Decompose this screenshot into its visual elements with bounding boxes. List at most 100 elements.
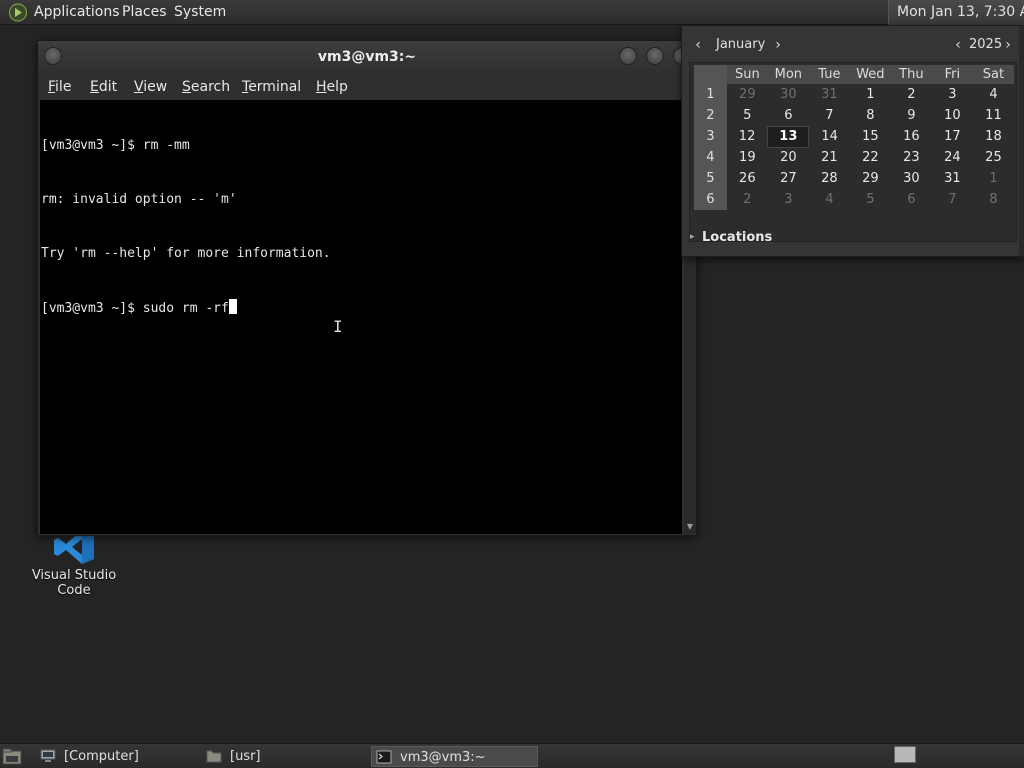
calendar-day[interactable]: 6 — [768, 105, 809, 126]
desktop-icon-vscode[interactable]: Visual Studio Code — [14, 530, 134, 598]
terminal-prompt-line: [vm3@vm3 ~]$ sudo rm -rf — [41, 299, 682, 317]
calendar-day[interactable]: 1 — [973, 168, 1014, 189]
calendar-day[interactable]: 23 — [891, 147, 932, 168]
calendar-day[interactable]: 19 — [727, 147, 768, 168]
week-number: 1 — [694, 84, 727, 105]
terminal-screen[interactable]: [vm3@vm3 ~]$ rm -mm rm: invalid option -… — [40, 100, 682, 534]
weekday-label: Sat — [972, 65, 1014, 84]
calendar-day[interactable]: 9 — [891, 105, 932, 126]
folder-icon — [206, 750, 222, 763]
menu-applications[interactable]: Applications — [34, 0, 120, 25]
calendar-week-row: 2 5 6 7 8 9 10 11 — [694, 105, 1014, 126]
expander-arrow-icon: ▸ — [690, 232, 695, 242]
locations-expander[interactable]: ▸ Locations — [688, 230, 988, 250]
terminal-icon — [376, 750, 392, 764]
calendar-day[interactable]: 22 — [850, 147, 891, 168]
calendar-day[interactable]: 18 — [973, 126, 1014, 147]
calendar-day[interactable]: 12 — [727, 126, 768, 147]
calendar-day[interactable]: 3 — [932, 84, 973, 105]
terminal-menu-edit[interactable]: Edit — [90, 77, 117, 97]
weekday-label: Mon — [767, 65, 809, 84]
calendar-day[interactable]: 2 — [727, 189, 768, 210]
calendar-day[interactable]: 10 — [932, 105, 973, 126]
calendar-day[interactable]: 30 — [768, 84, 809, 105]
calendar-day[interactable]: 25 — [973, 147, 1014, 168]
terminal-menu-file[interactable]: File — [48, 77, 71, 97]
terminal-menu-terminal[interactable]: Terminal — [242, 77, 301, 97]
calendar-day[interactable]: 4 — [973, 84, 1014, 105]
prev-month-icon[interactable]: ‹ — [692, 37, 704, 53]
calendar-day[interactable]: 8 — [973, 189, 1014, 210]
calendar-day[interactable]: 14 — [809, 126, 850, 147]
calendar-day[interactable]: 2 — [891, 84, 932, 105]
calendar-day[interactable]: 27 — [768, 168, 809, 189]
calendar-day[interactable]: 17 — [932, 126, 973, 147]
calendar-day[interactable]: 5 — [727, 105, 768, 126]
menu-label: elp — [326, 79, 348, 95]
calendar-day[interactable]: 20 — [768, 147, 809, 168]
weekday-label: Wed — [849, 65, 891, 84]
terminal-titlebar[interactable]: vm3@vm3:~ — [38, 41, 696, 73]
show-desktop-icon[interactable] — [2, 748, 22, 765]
calendar-day[interactable]: 24 — [932, 147, 973, 168]
week-number: 4 — [694, 147, 727, 168]
weekday-label: Sun — [726, 65, 768, 84]
calendar-day[interactable]: 11 — [973, 105, 1014, 126]
menu-places[interactable]: Places — [122, 0, 167, 25]
calendar-day[interactable]: 31 — [809, 84, 850, 105]
prev-year-icon[interactable]: ‹ — [952, 37, 964, 53]
calendar-day[interactable]: 21 — [809, 147, 850, 168]
minimize-button[interactable] — [619, 47, 637, 65]
maximize-button[interactable] — [646, 47, 664, 65]
calendar-day[interactable]: 29 — [850, 168, 891, 189]
mnemonic: H — [316, 79, 327, 95]
calendar-day[interactable]: 15 — [850, 126, 891, 147]
calendar-week-row: 5 26 27 28 29 30 31 1 — [694, 168, 1014, 189]
calendar-day[interactable]: 1 — [850, 84, 891, 105]
week-number: 5 — [694, 168, 727, 189]
calendar-day[interactable]: 28 — [809, 168, 850, 189]
terminal-window[interactable]: vm3@vm3:~ File Edit View Search Terminal… — [37, 40, 697, 536]
menu-system[interactable]: System — [174, 0, 226, 25]
calendar-day[interactable]: 29 — [727, 84, 768, 105]
weekday-header-row: Sun Mon Tue Wed Thu Fri Sat — [694, 65, 1014, 84]
calendar-day[interactable]: 26 — [727, 168, 768, 189]
calendar-day[interactable]: 6 — [891, 189, 932, 210]
terminal-menu-search[interactable]: Search — [182, 77, 230, 97]
calendar-day[interactable]: 16 — [891, 126, 932, 147]
task-label: vm3@vm3:~ — [400, 750, 486, 765]
calendar-day[interactable]: 7 — [809, 105, 850, 126]
terminal-line: Try 'rm --help' for more information. — [41, 246, 331, 261]
terminal-menubar: File Edit View Search Terminal Help — [38, 73, 696, 100]
scroll-down-arrow-icon[interactable]: ▼ — [684, 522, 696, 532]
calendar-grid-wrap: Sun Mon Tue Wed Thu Fri Sat 1 29 30 31 1… — [689, 62, 1017, 242]
taskbar-task-terminal[interactable]: vm3@vm3:~ — [371, 746, 538, 767]
calendar-day[interactable]: 7 — [932, 189, 973, 210]
clock[interactable]: Mon Jan 13, 7:30 AM — [888, 0, 1024, 25]
locations-label: Locations — [702, 230, 773, 245]
task-label: [usr] — [230, 749, 261, 764]
calendar-day[interactable]: 5 — [850, 189, 891, 210]
calendar-day[interactable]: 3 — [768, 189, 809, 210]
terminal-line: rm: invalid option -- 'm' — [41, 192, 237, 207]
terminal-line: [vm3@vm3 ~]$ sudo rm -rf — [41, 301, 229, 316]
calendar-day[interactable]: 4 — [809, 189, 850, 210]
calendar-day-today[interactable]: 13 — [767, 125, 810, 148]
calendar-day[interactable]: 30 — [891, 168, 932, 189]
week-number: 6 — [694, 189, 727, 210]
calendar-day[interactable]: 8 — [850, 105, 891, 126]
calendar-popup[interactable]: ‹ January › ‹ 2025 › Sun Mon Tue Wed Thu… — [681, 25, 1024, 257]
taskbar-task-usr[interactable]: [usr] — [202, 746, 366, 767]
calendar-day[interactable]: 31 — [932, 168, 973, 189]
menu-label: dit — [98, 79, 118, 95]
terminal-menu-help[interactable]: Help — [316, 77, 348, 97]
next-year-icon[interactable]: › — [1002, 37, 1014, 53]
terminal-menu-view[interactable]: View — [134, 77, 167, 97]
next-month-icon[interactable]: › — [772, 37, 784, 53]
workspace-switcher[interactable] — [894, 746, 916, 763]
calendar-week-row: 4 19 20 21 22 23 24 25 — [694, 147, 1014, 168]
taskbar-task-computer[interactable]: [Computer] — [36, 746, 200, 767]
weekday-label: Fri — [931, 65, 973, 84]
applications-menu-icon[interactable] — [8, 3, 28, 22]
desktop-icon-label: Visual Studio Code — [31, 568, 117, 598]
